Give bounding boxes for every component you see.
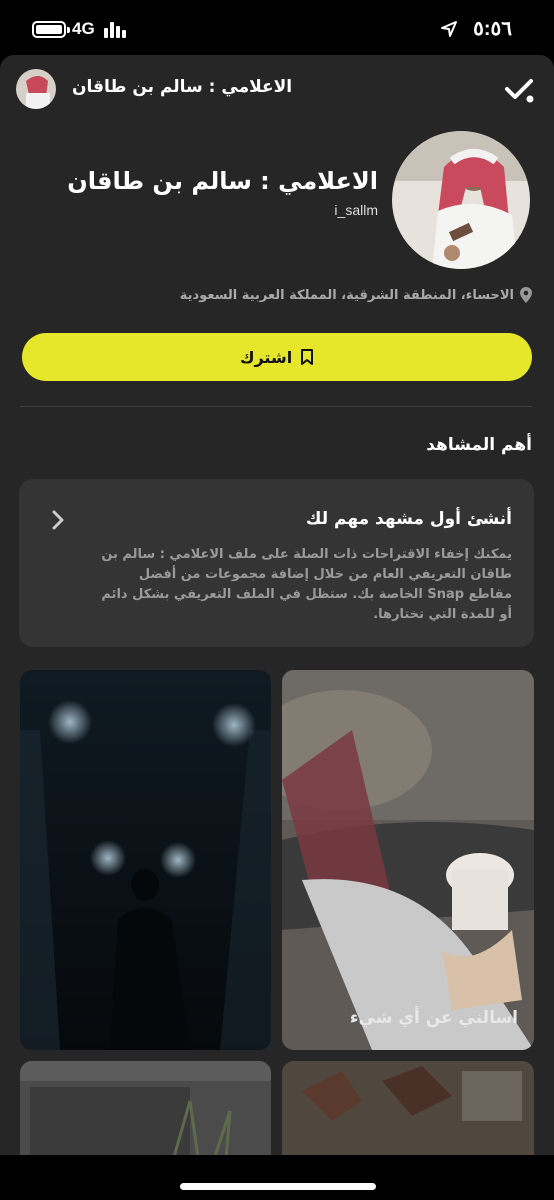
story-tile[interactable]: اسالني عن أي شيء — [282, 670, 534, 1050]
profile-name: الاعلامي : سالم بن طاقان — [67, 167, 378, 195]
subscribe-button[interactable]: اشترك — [22, 333, 532, 381]
subscribe-label: اشترك — [239, 347, 293, 367]
bookmark-icon — [301, 349, 314, 365]
profile-location: الاحساء، المنطقة الشرقية، المملكة العربي… — [180, 287, 532, 303]
story-tile[interactable] — [282, 1061, 534, 1155]
card-title: أنشئ أول مشهد مهم لك — [305, 509, 512, 529]
profile-sheet: الاعلامي : سالم بن طاقان الاعلامي : سالم… — [0, 55, 554, 1155]
profile-username: i_sallm — [334, 202, 378, 218]
header-title: الاعلامي : سالم بن طاقان — [72, 77, 293, 97]
status-bar: 4G ٥:٥٦ — [0, 0, 554, 56]
divider — [20, 406, 532, 407]
tile-caption: اسالني عن أي شيء — [349, 1008, 518, 1028]
signal-icon — [104, 22, 130, 38]
highlights-title: أهم المشاهد — [426, 435, 532, 455]
location-pin-icon — [520, 287, 532, 303]
create-highlight-card[interactable]: أنشئ أول مشهد مهم لك يمكنك إخفاء الاقترا… — [19, 479, 534, 647]
home-indicator[interactable] — [180, 1183, 376, 1190]
avatar[interactable] — [16, 69, 56, 109]
network-label: 4G — [72, 19, 95, 38]
status-time: ٥:٥٦ — [473, 18, 512, 40]
battery-icon — [32, 21, 70, 38]
location-text: الاحساء، المنطقة الشرقية، المملكة العربي… — [179, 287, 514, 303]
card-description: يمكنك إخفاء الاقتراحات ذات الصلة على ملف… — [101, 547, 512, 622]
story-tile[interactable] — [20, 1061, 271, 1155]
location-arrow-icon — [441, 21, 457, 37]
chevron-left-icon[interactable] — [51, 509, 65, 531]
profile-header: الاعلامي : سالم بن طاقان — [0, 55, 554, 123]
profile-picture[interactable] — [392, 131, 530, 269]
share-icon[interactable] — [504, 77, 534, 105]
story-tile[interactable] — [20, 670, 271, 1050]
